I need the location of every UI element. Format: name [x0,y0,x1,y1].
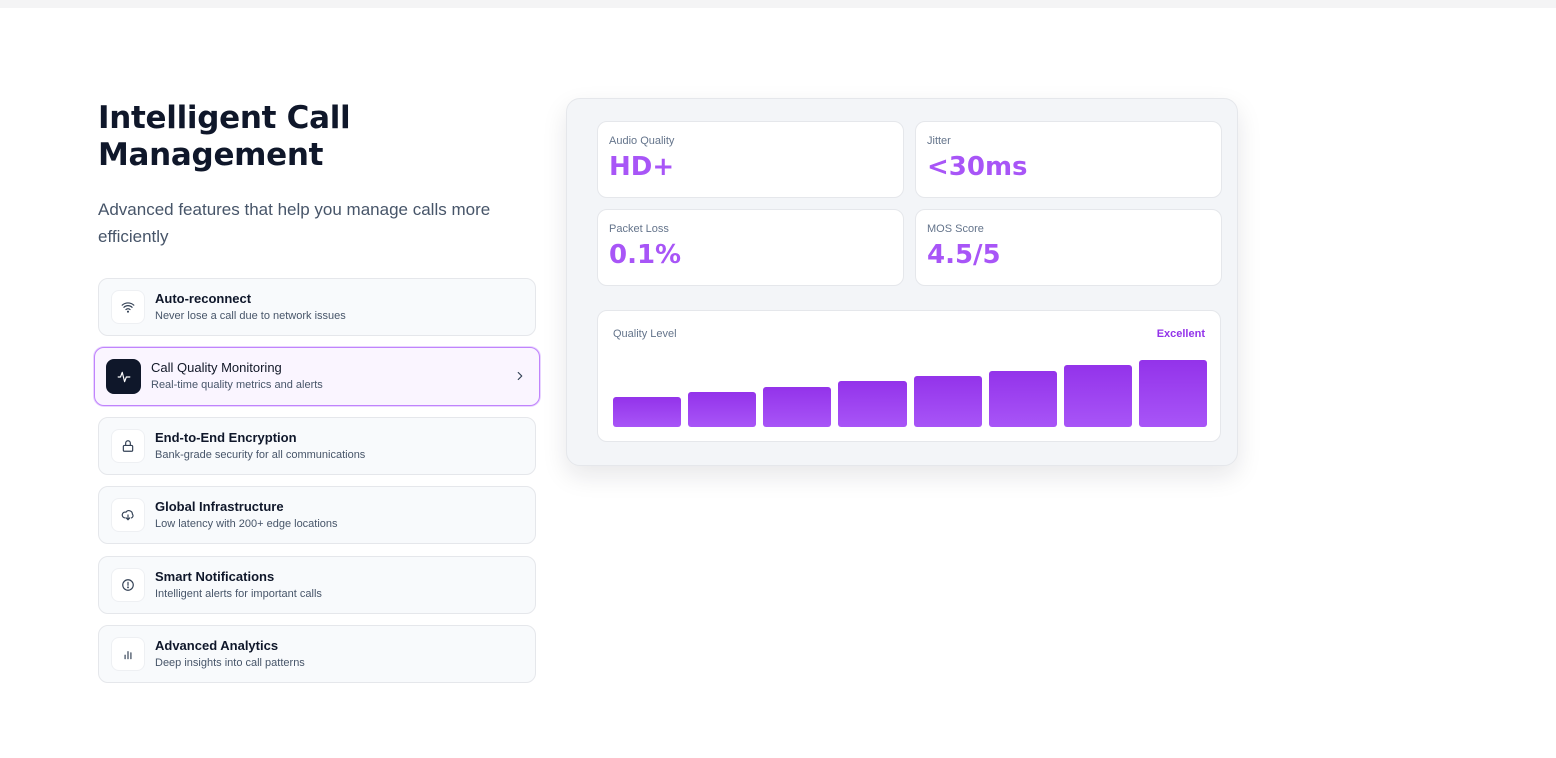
metric-value: HD+ [609,152,675,182]
feature-description: Intelligent alerts for important calls [155,587,322,600]
chevron-right-icon [517,371,523,381]
quality-bar [688,392,757,427]
feature-name: Advanced Analytics [155,637,279,653]
quality-bar [913,376,982,427]
quality-bar [1063,365,1132,427]
metric-label: Jitter [927,135,951,147]
metric-card-mos-score: MOS Score 4.5/5 [915,209,1222,286]
feature-global-infrastructure[interactable]: Global Infrastructure Low latency with 2… [98,486,536,544]
metric-label: Packet Loss [609,223,669,235]
quality-bar [838,381,907,427]
feature-end-to-end-encryption[interactable]: End-to-End Encryption Bank-grade securit… [98,417,536,475]
intro-section: Intelligent Call Management Advanced fea… [98,100,536,250]
feature-name: Global Infrastructure [155,498,284,514]
lock-icon [111,429,145,463]
metric-card-audio-quality: Audio Quality HD+ [597,121,904,198]
feature-description: Low latency with 200+ edge locations [155,517,338,530]
feature-description: Deep insights into call patterns [155,656,305,669]
metric-label: MOS Score [927,223,984,235]
quality-bar [763,387,832,427]
wifi-icon [111,290,145,324]
feature-name: Smart Notifications [155,568,275,584]
activity-icon [106,359,141,394]
quality-dashboard-panel: Audio Quality HD+ Jitter <30ms Packet Lo… [566,98,1238,466]
cloud-icon [111,498,145,532]
top-bar [0,0,1556,8]
metric-label: Audio Quality [609,135,675,147]
metric-value: 0.1% [609,240,682,270]
feature-description: Bank-grade security for all communicatio… [155,448,366,461]
metric-card-jitter: Jitter <30ms [915,121,1222,198]
feature-smart-notifications[interactable]: Smart Notifications Intelligent alerts f… [98,556,536,614]
feature-description: Real-time quality metrics and alerts [151,379,323,391]
feature-name: Call Quality Monitoring [151,360,282,375]
feature-name: Auto-reconnect [155,290,252,306]
feature-auto-reconnect[interactable]: Auto-reconnect Never lose a call due to … [98,278,536,336]
quality-bar [988,371,1057,427]
quality-level-bars [613,351,1207,427]
bar-chart-icon [111,637,145,671]
feature-advanced-analytics[interactable]: Advanced Analytics Deep insights into ca… [98,625,536,683]
metric-value: 4.5/5 [927,240,1001,270]
quality-status-badge: Excellent [1156,328,1205,340]
metric-value: <30ms [927,152,1028,182]
page-subtitle: Advanced features that help you manage c… [98,200,491,246]
feature-call-quality-monitoring[interactable]: Call Quality Monitoring Real-time qualit… [94,347,540,406]
alert-circle-icon [111,568,145,602]
feature-name: End-to-End Encryption [155,429,297,445]
quality-level-label: Quality Level [613,328,677,340]
quality-bar [613,397,682,427]
quality-level-card: Quality Level Excellent [597,310,1221,442]
quality-bar [1138,360,1207,427]
metric-card-packet-loss: Packet Loss 0.1% [597,209,904,286]
page-title: Intelligent Call Management [98,100,351,173]
feature-description: Never lose a call due to network issues [155,309,346,322]
